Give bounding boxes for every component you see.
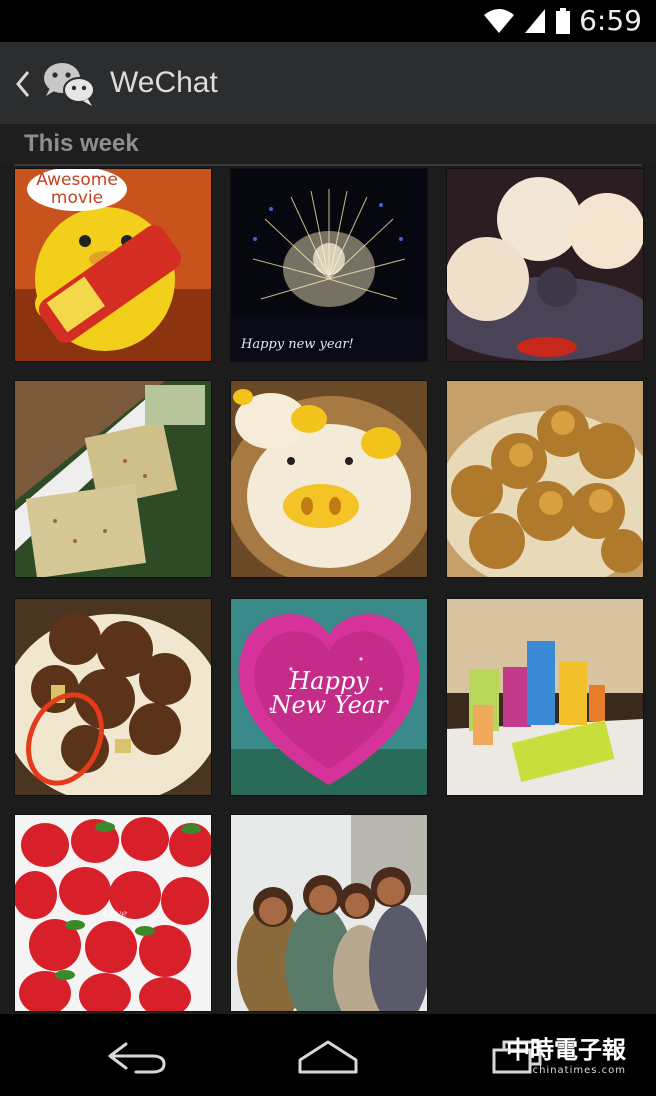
photo-caption: Love [103, 909, 128, 920]
photo-thumbnail-ribs[interactable] [14, 598, 212, 796]
photo-caption-line2: New Year [270, 691, 388, 719]
wifi-icon [484, 8, 515, 33]
section-title: This week [24, 130, 139, 157]
back-chevron-icon[interactable] [10, 66, 34, 102]
photo-thumbnail-fireworks[interactable]: Happy new year! [230, 168, 428, 362]
photo-thumbnail-friends-selfie[interactable] [230, 814, 428, 1012]
photo-caption-line1: Awesome [36, 170, 118, 190]
section-header: This week [0, 124, 656, 164]
photo-caption: Happy new year! [241, 337, 354, 352]
navigation-bar: 中時電子報 chinatimes.com [0, 1014, 656, 1096]
home-icon[interactable] [296, 1032, 360, 1080]
photo-thumbnail-strawberries[interactable]: Love [14, 814, 212, 1012]
watermark-main: 中時電子報 [506, 1036, 626, 1064]
section-divider [14, 164, 642, 166]
page-title: WeChat [110, 66, 218, 99]
photo-thumbnail-fried-dim-sum[interactable] [446, 380, 644, 578]
status-time: 6:59 [579, 4, 642, 37]
battery-icon [556, 7, 571, 34]
photo-thumbnail-drinks[interactable] [446, 598, 644, 796]
action-bar: WeChat [0, 42, 656, 124]
photo-thumbnail-new-year-heart[interactable]: Happy New Year [230, 598, 428, 796]
wechat-logo-icon[interactable] [40, 58, 98, 108]
back-icon[interactable] [106, 1032, 168, 1080]
signal-icon [525, 8, 546, 33]
photo-thumbnail-jelly-cake[interactable] [14, 380, 212, 578]
watermark-sub: chinatimes.com [532, 1065, 626, 1076]
photo-caption-line2: movie [50, 188, 104, 208]
photo-thumbnail-pig-bun[interactable] [230, 380, 428, 578]
watermark: 中時電子報 chinatimes.com [506, 1030, 626, 1076]
photo-thumbnail-dumplings[interactable] [446, 168, 644, 362]
photo-thumbnail-duck[interactable]: Awesome movie [14, 168, 212, 362]
status-bar: 6:59 [0, 0, 656, 42]
